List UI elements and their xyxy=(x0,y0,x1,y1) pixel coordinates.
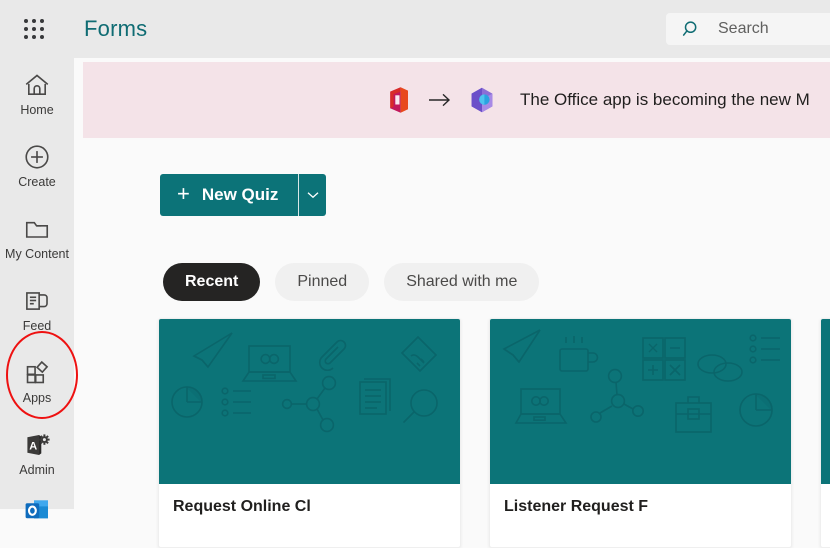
sidebar-item-my-content[interactable]: My Content xyxy=(0,202,74,274)
feed-icon xyxy=(23,288,51,314)
microsoft-365-icon xyxy=(468,86,496,114)
folder-icon xyxy=(23,216,51,242)
forms-card-list: Request Online Cl xyxy=(158,318,830,548)
tab-label: Recent xyxy=(185,273,238,291)
sidebar-item-outlook[interactable] xyxy=(0,490,74,530)
main-content: + New Quiz Recent Pinned Shared with me xyxy=(83,138,830,509)
arrow-right-icon xyxy=(428,92,452,108)
sidebar-item-label: Create xyxy=(18,175,56,189)
form-card-thumbnail xyxy=(821,319,830,484)
home-icon xyxy=(23,72,51,98)
new-quiz-dropdown-button[interactable] xyxy=(298,174,326,216)
left-navigation-rail: Home Create My Content xyxy=(0,58,74,509)
tab-label: Shared with me xyxy=(406,273,517,291)
sidebar-item-label: My Content xyxy=(5,247,69,261)
form-card-thumbnail xyxy=(159,319,460,484)
sidebar-item-home[interactable]: Home xyxy=(0,58,74,130)
svg-text:A: A xyxy=(29,440,37,452)
new-quiz-split-button: + New Quiz xyxy=(160,174,326,216)
form-card[interactable] xyxy=(820,318,830,548)
sidebar-item-feed[interactable]: Feed xyxy=(0,274,74,346)
new-quiz-button[interactable]: + New Quiz xyxy=(160,174,298,216)
form-card[interactable]: Request Online Cl xyxy=(158,318,461,548)
search-placeholder: Search xyxy=(718,20,769,38)
sidebar-item-label: Feed xyxy=(23,319,52,333)
app-header: Forms Search xyxy=(0,0,830,58)
tab-label: Pinned xyxy=(297,273,347,291)
form-card[interactable]: Listener Request F xyxy=(489,318,792,548)
form-card-title: Listener Request F xyxy=(504,498,777,516)
search-icon xyxy=(682,19,702,39)
promo-banner[interactable]: The Office app is becoming the new M xyxy=(83,62,830,138)
sidebar-item-create[interactable]: Create xyxy=(0,130,74,202)
tab-shared-with-me[interactable]: Shared with me xyxy=(384,263,539,301)
form-card-thumbnail xyxy=(490,319,791,484)
tab-recent[interactable]: Recent xyxy=(163,263,260,301)
chevron-down-icon xyxy=(307,191,319,199)
form-card-title: Request Online Cl xyxy=(173,498,446,516)
search-input[interactable]: Search xyxy=(666,13,830,45)
app-launcher-waffle-icon[interactable] xyxy=(12,7,56,51)
sidebar-item-label: Home xyxy=(20,103,53,117)
apps-grid-icon xyxy=(23,360,51,386)
office-icon xyxy=(386,86,412,114)
sidebar-item-apps[interactable]: Apps xyxy=(0,346,74,418)
page-title: Forms xyxy=(84,16,147,42)
new-quiz-label: New Quiz xyxy=(202,185,279,205)
promo-banner-text: The Office app is becoming the new M xyxy=(520,90,810,110)
filter-tabs: Recent Pinned Shared with me xyxy=(163,263,539,301)
tab-pinned[interactable]: Pinned xyxy=(275,263,369,301)
admin-a-gear-icon: A xyxy=(23,432,51,458)
waffle-dots xyxy=(24,19,44,39)
sidebar-item-label: Admin xyxy=(19,463,54,477)
outlook-icon xyxy=(23,495,51,525)
sidebar-item-admin[interactable]: A Admin xyxy=(0,418,74,490)
sidebar-item-label: Apps xyxy=(23,391,52,405)
plus-circle-icon xyxy=(23,144,51,170)
plus-icon: + xyxy=(177,183,190,205)
